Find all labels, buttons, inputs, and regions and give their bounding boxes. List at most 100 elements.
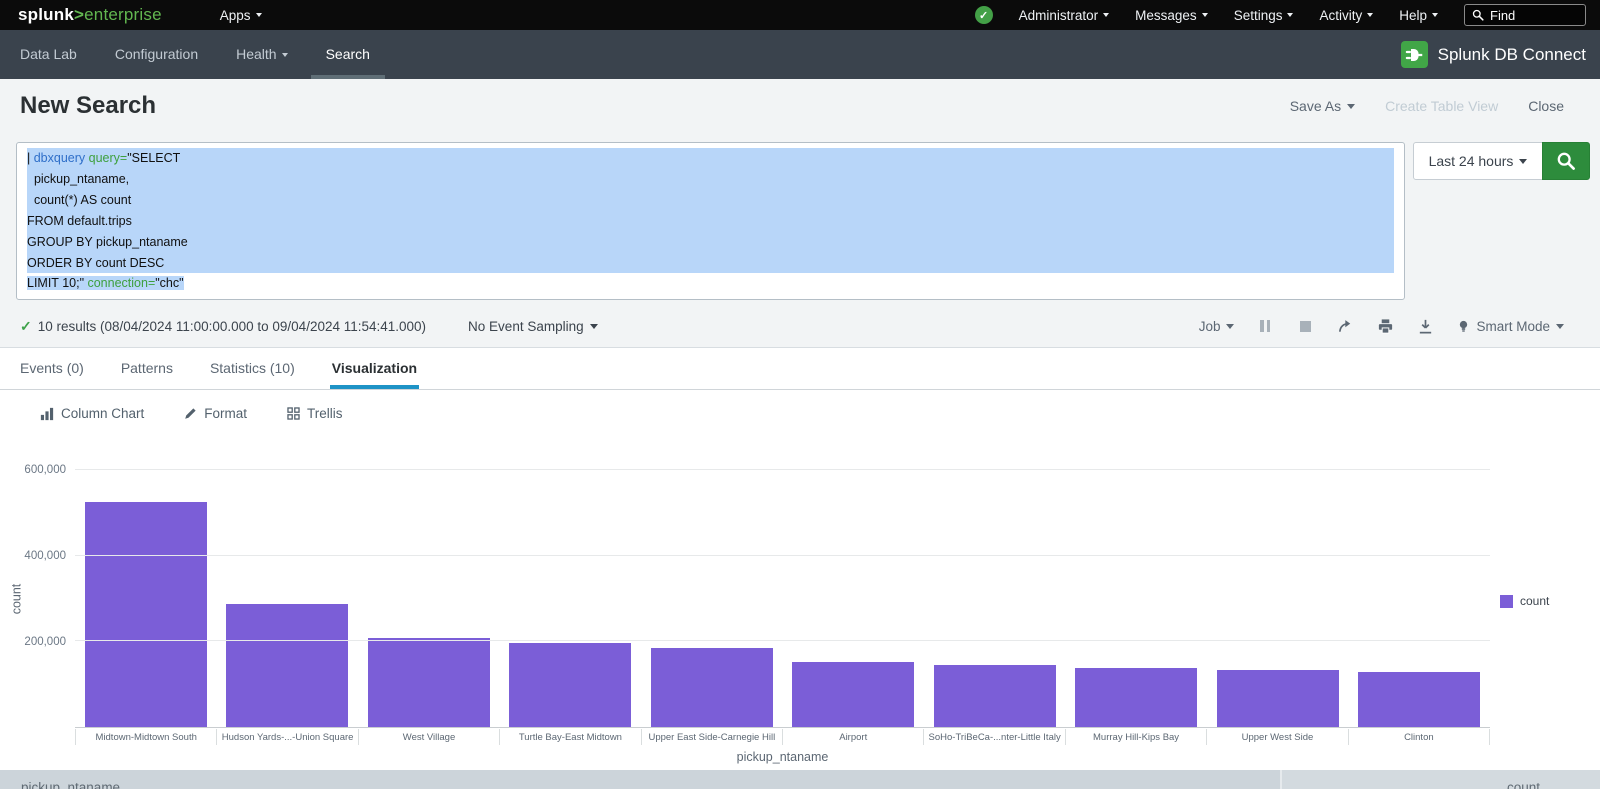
tab-visualization[interactable]: Visualization xyxy=(332,348,417,389)
query-line: GROUP BY pickup_ntaname xyxy=(27,232,1394,253)
menu-label: Messages xyxy=(1135,8,1197,23)
chevron-down-icon xyxy=(282,53,288,57)
nav-data-lab[interactable]: Data Lab xyxy=(20,30,77,79)
success-check-icon: ✓ xyxy=(20,318,32,335)
job-menu[interactable]: Job xyxy=(1199,319,1235,334)
chevron-down-icon xyxy=(1202,13,1208,17)
menu-help[interactable]: Help xyxy=(1399,8,1438,23)
x-axis-title: pickup_ntaname xyxy=(75,750,1490,764)
search-bar-row: | dbxquery query="SELECT pickup_ntaname,… xyxy=(16,142,1590,300)
trellis-button[interactable]: Trellis xyxy=(287,406,343,421)
chevron-down-icon xyxy=(256,13,262,17)
nav-configuration[interactable]: Configuration xyxy=(115,30,198,79)
chart-bar-7[interactable] xyxy=(1075,668,1197,727)
event-sampling-menu[interactable]: No Event Sampling xyxy=(468,319,598,334)
x-axis-label: Airport xyxy=(782,729,923,745)
y-tick-label: 200,000 xyxy=(24,636,66,648)
time-range-picker[interactable]: Last 24 hours xyxy=(1413,142,1543,180)
export-button[interactable] xyxy=(1416,317,1434,335)
stop-button[interactable] xyxy=(1296,317,1314,335)
bar-slot xyxy=(500,470,642,727)
pause-icon xyxy=(1260,320,1270,332)
query-line: LIMIT 10;" connection="chc" xyxy=(27,273,1394,294)
health-status-icon[interactable]: ✓ xyxy=(975,6,993,24)
splunk-logo[interactable]: splunk>enterprise xyxy=(18,5,162,25)
trellis-label: Trellis xyxy=(307,406,343,421)
bar-slot xyxy=(217,470,359,727)
visualization-controls: Column Chart Format Trellis xyxy=(0,391,1600,436)
bar-slot xyxy=(1349,470,1491,727)
chart-bar-2[interactable] xyxy=(368,638,490,727)
chart-bar-3[interactable] xyxy=(509,643,631,727)
search-query-editor[interactable]: | dbxquery query="SELECT pickup_ntaname,… xyxy=(16,142,1405,300)
job-status-bar: ✓ 10 results (08/04/2024 11:00:00.000 to… xyxy=(0,305,1600,347)
close-label: Close xyxy=(1528,98,1564,114)
stop-icon xyxy=(1300,321,1311,332)
chart-bar-5[interactable] xyxy=(792,662,914,727)
x-axis-label: SoHo-TriBeCa-...nter-Little Italy xyxy=(923,729,1064,745)
menu-settings[interactable]: Settings xyxy=(1234,8,1294,23)
pause-button[interactable] xyxy=(1256,317,1274,335)
job-controls: Job Smart Mode xyxy=(1199,317,1564,335)
search-icon xyxy=(1556,151,1576,171)
app-identity[interactable]: Splunk DB Connect xyxy=(1401,30,1600,79)
query-line: count(*) AS count xyxy=(27,190,1394,211)
nav-label: Search xyxy=(326,30,370,79)
page-title: New Search xyxy=(20,92,156,120)
chart-type-picker[interactable]: Column Chart xyxy=(40,406,144,421)
tab-events[interactable]: Events (0) xyxy=(20,348,84,389)
search-mode-menu[interactable]: Smart Mode xyxy=(1456,319,1564,334)
menu-activity[interactable]: Activity xyxy=(1319,8,1373,23)
chart-bar-4[interactable] xyxy=(651,648,773,727)
trellis-grid-icon xyxy=(287,407,300,420)
chart-type-label: Column Chart xyxy=(61,406,144,421)
column-header-count[interactable]: count xyxy=(1280,770,1600,789)
bar-slot xyxy=(75,470,217,727)
chevron-down-icon xyxy=(1556,324,1564,329)
chevron-down-icon xyxy=(590,324,598,329)
column-header-pickup-ntaname[interactable]: pickup_ntaname xyxy=(0,770,1280,789)
chart-bar-1[interactable] xyxy=(226,604,348,727)
chevron-down-icon xyxy=(1287,13,1293,17)
search-header-region: New Search Save As Create Table View Clo… xyxy=(0,79,1600,348)
x-axis-label: Clinton xyxy=(1348,729,1490,745)
run-search-button[interactable] xyxy=(1542,142,1590,180)
create-table-view-button[interactable]: Create Table View xyxy=(1385,98,1498,114)
nav-health[interactable]: Health xyxy=(236,30,287,79)
y-tick-label: 600,000 xyxy=(24,464,66,476)
query-line: pickup_ntaname, xyxy=(27,169,1394,190)
nav-label: Health xyxy=(236,30,276,79)
nav-search[interactable]: Search xyxy=(326,30,370,79)
page-header-row: New Search Save As Create Table View Clo… xyxy=(20,92,1564,120)
chart-bar-6[interactable] xyxy=(934,665,1056,727)
chevron-down-icon xyxy=(1103,13,1109,17)
smart-mode-label: Smart Mode xyxy=(1476,319,1550,334)
plot-area xyxy=(75,470,1490,728)
close-button[interactable]: Close xyxy=(1528,98,1564,114)
column-chart-icon xyxy=(40,407,54,421)
apps-menu[interactable]: Apps xyxy=(220,8,262,23)
check-icon: ✓ xyxy=(979,9,988,22)
chart-bar-8[interactable] xyxy=(1217,670,1339,727)
print-button[interactable] xyxy=(1376,317,1394,335)
share-button[interactable] xyxy=(1336,317,1354,335)
legend-label: count xyxy=(1520,594,1549,608)
find-search-input[interactable]: Find xyxy=(1464,4,1586,26)
time-range-label: Last 24 hours xyxy=(1429,153,1514,169)
x-axis-label: Midtown-Midtown South xyxy=(75,729,216,745)
bar-slot xyxy=(924,470,1066,727)
save-as-button[interactable]: Save As xyxy=(1290,98,1355,114)
app-nav: Data Lab Configuration Health Search xyxy=(20,30,370,79)
menu-administrator[interactable]: Administrator xyxy=(1019,8,1110,23)
chart-legend: count xyxy=(1500,594,1549,608)
format-button[interactable]: Format xyxy=(184,406,247,421)
nav-label: Configuration xyxy=(115,30,198,79)
menu-messages[interactable]: Messages xyxy=(1135,8,1208,23)
gridline xyxy=(75,640,1490,641)
chart-bar-9[interactable] xyxy=(1358,672,1480,727)
find-placeholder: Find xyxy=(1490,8,1515,23)
tab-patterns[interactable]: Patterns xyxy=(121,348,173,389)
chart-bar-0[interactable] xyxy=(85,502,207,727)
chevron-down-icon xyxy=(1347,104,1355,109)
tab-statistics[interactable]: Statistics (10) xyxy=(210,348,295,389)
